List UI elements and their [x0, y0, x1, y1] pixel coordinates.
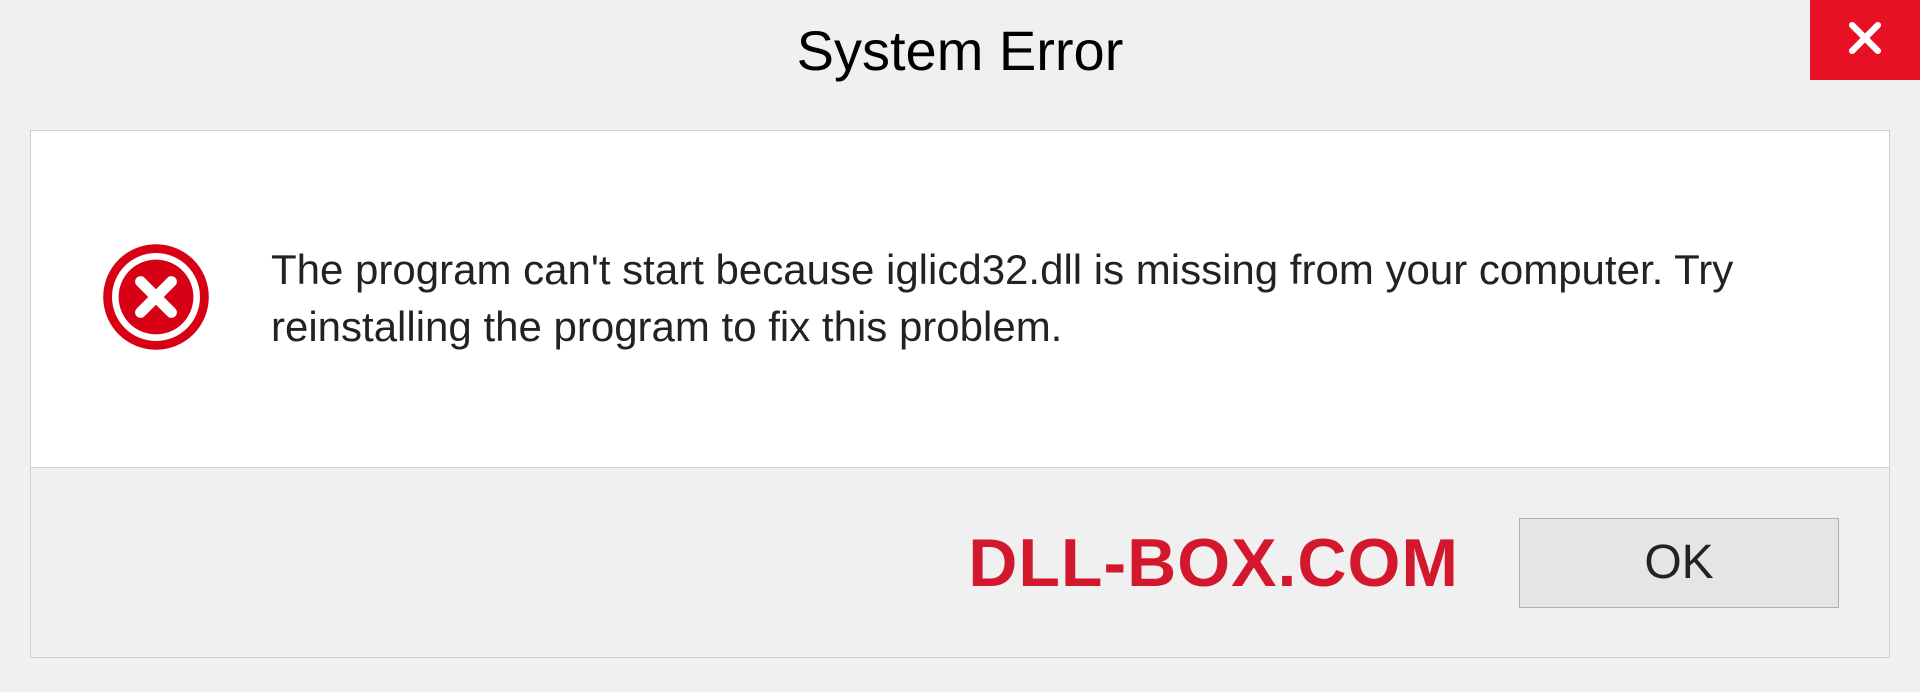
dialog-message: The program can't start because iglicd32… — [271, 242, 1819, 355]
titlebar: System Error — [0, 0, 1920, 100]
dialog-content: The program can't start because iglicd32… — [30, 130, 1890, 468]
error-icon — [101, 242, 211, 357]
watermark-text: DLL-BOX.COM — [968, 524, 1459, 602]
close-icon — [1843, 16, 1887, 65]
close-button[interactable] — [1810, 0, 1920, 80]
ok-button[interactable]: OK — [1519, 518, 1839, 608]
dialog-title: System Error — [797, 18, 1124, 83]
dialog-footer: DLL-BOX.COM OK — [30, 468, 1890, 658]
